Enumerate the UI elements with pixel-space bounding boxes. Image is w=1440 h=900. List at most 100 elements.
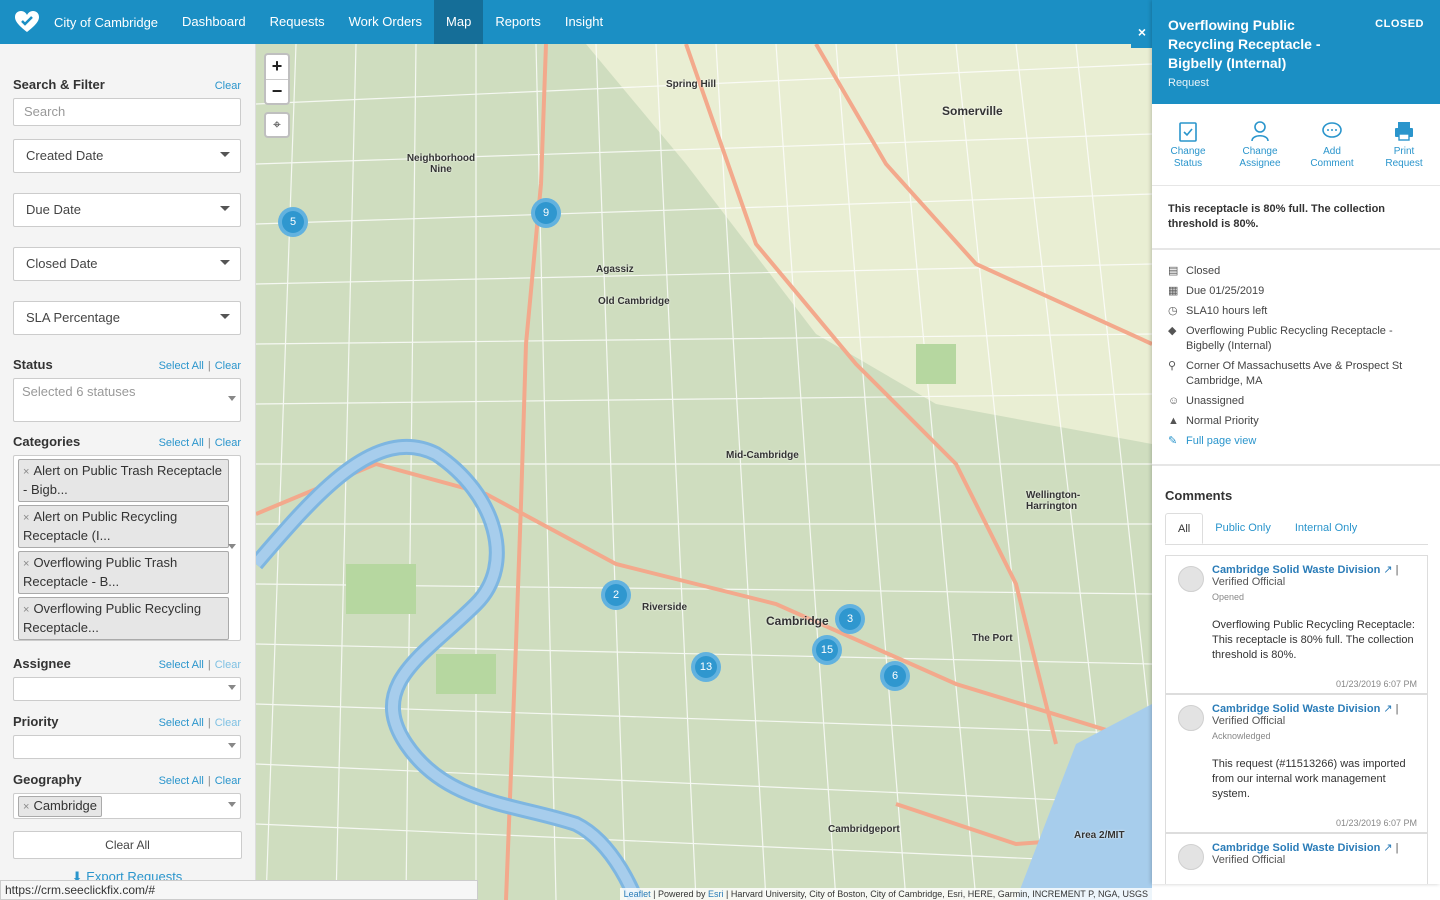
esri-link[interactable]: Esri — [708, 889, 724, 899]
leaflet-link[interactable]: Leaflet — [624, 889, 651, 899]
nav-insight[interactable]: Insight — [553, 0, 615, 44]
remove-icon[interactable]: × — [23, 801, 29, 813]
nav-dashboard[interactable]: Dashboard — [170, 0, 258, 44]
priority-clear[interactable]: Clear — [215, 717, 241, 729]
category-chip-label: Alert on Public Trash Receptacle - Bigb.… — [23, 463, 223, 497]
zoom-in-button[interactable]: + — [266, 55, 288, 79]
tab-public-only[interactable]: Public Only — [1203, 513, 1283, 544]
zoom-out-button[interactable]: − — [266, 79, 288, 103]
clipboard-check-icon — [1179, 122, 1197, 142]
category-chip[interactable]: × Overflowing Public Trash Receptacle - B… — [18, 551, 229, 594]
nav-requests[interactable]: Requests — [258, 0, 337, 44]
priority-select[interactable] — [13, 735, 241, 759]
categories-select-all[interactable]: Select All — [159, 437, 204, 449]
categories-select[interactable]: × Alert on Public Trash Receptacle - Bigb… — [13, 455, 241, 641]
chevron-down-icon — [228, 544, 236, 549]
category-chip[interactable]: × Alert on Public Trash Receptacle - Bigb… — [18, 459, 229, 502]
comment-author-link[interactable]: Cambridge Solid Waste Division — [1212, 564, 1380, 576]
user-icon — [1251, 121, 1269, 142]
category-chip[interactable]: × Overflowing Public Recycling Receptacle… — [18, 597, 229, 640]
map-cluster-marker[interactable]: 2 — [601, 580, 631, 610]
geography-chip[interactable]: × Cambridge — [18, 796, 103, 817]
clear-all-button[interactable]: Clear All — [13, 831, 242, 859]
close-panel-button[interactable]: × — [1131, 16, 1153, 48]
status-select-all[interactable]: Select All — [159, 360, 204, 372]
comment-author-link[interactable]: Cambridge Solid Waste Division — [1212, 703, 1380, 715]
assignee-clear[interactable]: Clear — [215, 659, 241, 671]
panel-header: Overflowing Public Recycling Receptacle … — [1152, 0, 1440, 104]
map-label: Cambridge — [766, 614, 829, 628]
map-cluster-marker[interactable]: 15 — [812, 635, 842, 665]
change-assignee-button[interactable]: Change Assignee — [1224, 120, 1296, 185]
search-input[interactable]: Search — [13, 98, 241, 126]
calendar-icon: ▦ — [1168, 285, 1179, 297]
comment-kind: Acknowledged — [1212, 731, 1271, 741]
external-link-icon: ↗ — [1383, 703, 1393, 715]
full-page-view-link[interactable]: ✎ Full page view — [1168, 434, 1424, 449]
remove-icon[interactable]: × — [23, 558, 29, 570]
map-label: The Port — [972, 633, 1013, 644]
avatar — [1178, 844, 1204, 870]
map-cluster-marker[interactable]: 6 — [880, 661, 910, 691]
comments-title: Comments — [1165, 488, 1233, 503]
comment-item: Cambridge Solid Waste Division ↗ | Verif… — [1165, 694, 1428, 833]
created-date-dropdown[interactable]: Created Date — [13, 139, 241, 173]
sla-percentage-label: SLA Percentage — [26, 310, 120, 325]
geography-header: Geography Select All | Clear — [13, 772, 241, 787]
sla-percentage-dropdown[interactable]: SLA Percentage — [13, 301, 241, 335]
due-date-dropdown[interactable]: Due Date — [13, 193, 241, 227]
status-select[interactable]: Selected 6 statuses — [13, 378, 241, 422]
map-cluster-marker[interactable]: 13 — [691, 652, 721, 682]
created-date-label: Created Date — [26, 148, 104, 163]
tag-icon: ◆ — [1168, 325, 1177, 337]
tab-internal-only[interactable]: Internal Only — [1283, 513, 1369, 544]
locate-button[interactable]: ⌖ — [264, 112, 290, 138]
comments-section: Comments All Public Only Internal Only C… — [1152, 488, 1440, 884]
action-label: Assignee — [1239, 158, 1281, 169]
map-cluster-marker[interactable]: 9 — [531, 198, 561, 228]
geography-select-all[interactable]: Select All — [159, 775, 204, 787]
comment-timestamp: 01/23/2019 6:07 PM — [1335, 818, 1417, 828]
chevron-down-icon — [228, 802, 236, 807]
assignee-select-all[interactable]: Select All — [159, 659, 204, 671]
chevron-down-icon — [220, 206, 230, 211]
action-label: Request — [1385, 158, 1423, 169]
nav-map[interactable]: Map — [434, 0, 484, 44]
avatar — [1178, 705, 1204, 731]
meta-address: ⚲ Corner Of Massachusetts Ave & Prospect … — [1168, 359, 1424, 389]
search-filter-title: Search & Filter — [13, 77, 105, 92]
add-comment-button[interactable]: Add Comment — [1296, 120, 1368, 185]
meta-status: ▤ Closed — [1168, 264, 1424, 279]
map-cluster-marker[interactable]: 3 — [835, 604, 865, 634]
category-chip[interactable]: × Alert on Public Recycling Receptacle (I… — [18, 505, 229, 548]
nav-reports[interactable]: Reports — [483, 0, 553, 44]
comment-kind: Opened — [1212, 592, 1245, 602]
assignee-title: Assignee — [13, 656, 71, 671]
remove-icon[interactable]: × — [23, 466, 29, 478]
nav-work-orders[interactable]: Work Orders — [337, 0, 434, 44]
geography-clear[interactable]: Clear — [215, 775, 241, 787]
print-request-button[interactable]: Print Request — [1368, 120, 1440, 185]
attribution-text: | Harvard University, City of Boston, Ci… — [723, 889, 1148, 899]
tab-all[interactable]: All — [1165, 513, 1204, 544]
remove-icon[interactable]: × — [23, 512, 29, 524]
geography-select[interactable]: × Cambridge — [13, 793, 241, 819]
map-label: Old Cambridge — [598, 296, 670, 307]
closed-date-dropdown[interactable]: Closed Date — [13, 247, 241, 281]
map-canvas[interactable]: Spring Hill Somerville Neighborhood Nine… — [256, 44, 1152, 900]
search-filter-clear[interactable]: Clear — [215, 80, 241, 92]
request-type: Request — [1168, 77, 1209, 89]
categories-clear[interactable]: Clear — [215, 437, 241, 449]
status-clear[interactable]: Clear — [215, 360, 241, 372]
change-status-button[interactable]: Change Status — [1152, 120, 1224, 185]
document-check-icon: ▤ — [1168, 265, 1179, 277]
assignee-select[interactable] — [13, 677, 241, 701]
priority-select-all[interactable]: Select All — [159, 717, 204, 729]
brand[interactable]: City of Cambridge — [0, 0, 170, 44]
map-cluster-marker[interactable]: 5 — [278, 207, 308, 237]
comment-author-link[interactable]: Cambridge Solid Waste Division — [1212, 842, 1380, 854]
meta-address-text: Corner Of Massachusetts Ave & Prospect S… — [1186, 360, 1403, 387]
remove-icon[interactable]: × — [23, 604, 29, 616]
comment-icon — [1322, 122, 1342, 138]
meta-sla-text: SLA10 hours left — [1186, 305, 1268, 317]
